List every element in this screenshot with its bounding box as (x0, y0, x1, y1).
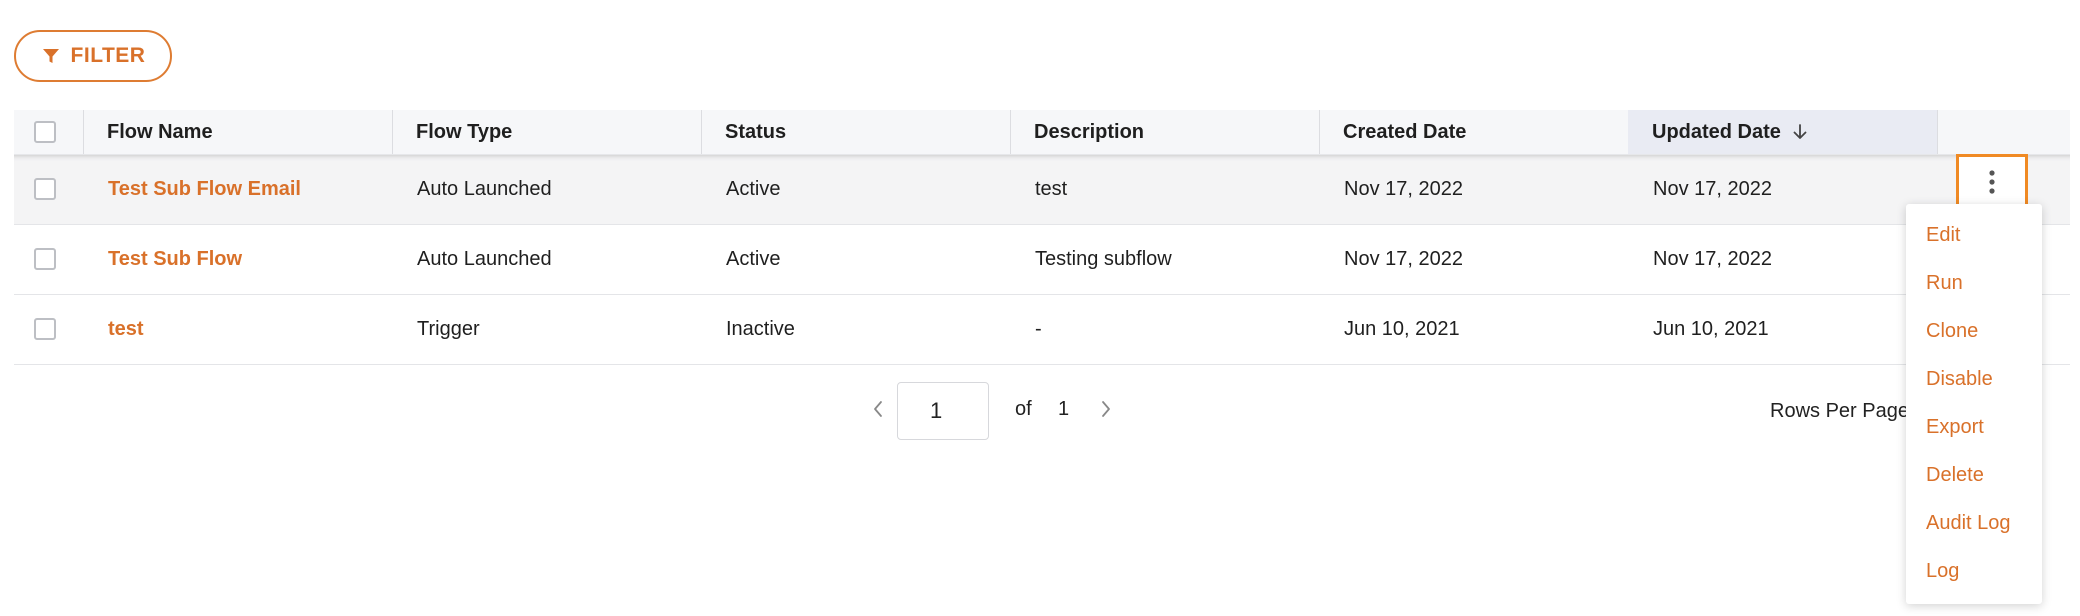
created-date-cell: Nov 17, 2022 (1344, 178, 1463, 200)
menu-item-edit[interactable]: Edit (1926, 224, 1960, 247)
menu-item-log[interactable]: Log (1926, 560, 1959, 583)
description-cell: Testing subflow (1035, 248, 1172, 270)
table-row: Test Sub Flow Auto Launched Active Testi… (14, 225, 2070, 295)
rows-per-page-label: Rows Per Page (1770, 400, 1909, 422)
menu-item-clone[interactable]: Clone (1926, 320, 1978, 343)
status-cell: Inactive (726, 318, 795, 340)
filter-button[interactable]: FILTER (14, 30, 172, 82)
arrow-down-icon (1793, 124, 1807, 139)
description-cell: test (1035, 178, 1068, 200)
row-checkbox[interactable] (34, 178, 56, 200)
created-date-cell: Nov 17, 2022 (1344, 248, 1463, 270)
column-header-created-date[interactable]: Created Date (1319, 110, 1628, 154)
menu-item-run[interactable]: Run (1926, 272, 1963, 295)
column-header-flow-name[interactable]: Flow Name (83, 110, 392, 154)
description-cell: - (1035, 318, 1042, 340)
menu-item-delete[interactable]: Delete (1926, 464, 1984, 487)
updated-date-cell: Nov 17, 2022 (1653, 178, 1772, 200)
table-row: Test Sub Flow Email Auto Launched Active… (14, 155, 2070, 225)
menu-item-audit-log[interactable]: Audit Log (1926, 512, 2011, 535)
select-all-checkbox[interactable] (34, 121, 56, 143)
filter-icon (42, 49, 59, 63)
flow-name-link[interactable]: Test Sub Flow Email (83, 155, 301, 224)
row-actions-menu: Edit Run Clone Disable Export Delete Aud… (1906, 204, 2042, 604)
column-header-updated-date[interactable]: Updated Date (1628, 110, 1937, 154)
menu-item-export[interactable]: Export (1926, 416, 1984, 439)
flow-type-cell: Trigger (417, 318, 480, 340)
column-header-status[interactable]: Status (701, 110, 1010, 154)
flow-type-cell: Auto Launched (417, 178, 552, 200)
chevron-left-icon[interactable] (870, 398, 886, 420)
of-label: of (1015, 398, 1032, 420)
updated-date-cell: Nov 17, 2022 (1653, 248, 1772, 270)
filter-button-label: FILTER (70, 44, 146, 67)
status-cell: Active (726, 178, 781, 200)
row-actions-button[interactable] (1956, 154, 2028, 210)
more-vertical-icon (1989, 170, 1995, 194)
flow-type-cell: Auto Launched (417, 248, 552, 270)
flow-name-link[interactable]: Test Sub Flow (83, 225, 242, 294)
page-number-input[interactable] (897, 382, 989, 440)
updated-date-cell: Jun 10, 2021 (1653, 318, 1769, 340)
table-header: Flow Name Flow Type Status Description C… (14, 110, 2070, 155)
flow-name-link[interactable]: test (83, 295, 144, 364)
column-header-flow-type[interactable]: Flow Type (392, 110, 701, 154)
flows-table: Flow Name Flow Type Status Description C… (14, 110, 2070, 365)
created-date-cell: Jun 10, 2021 (1344, 318, 1460, 340)
table-row: test Trigger Inactive - Jun 10, 2021 Jun… (14, 295, 2070, 365)
column-header-description[interactable]: Description (1010, 110, 1319, 154)
menu-item-disable[interactable]: Disable (1926, 368, 1993, 391)
row-checkbox[interactable] (34, 248, 56, 270)
row-checkbox[interactable] (34, 318, 56, 340)
status-cell: Active (726, 248, 781, 270)
chevron-right-icon[interactable] (1098, 398, 1114, 420)
total-pages: 1 (1058, 398, 1070, 420)
